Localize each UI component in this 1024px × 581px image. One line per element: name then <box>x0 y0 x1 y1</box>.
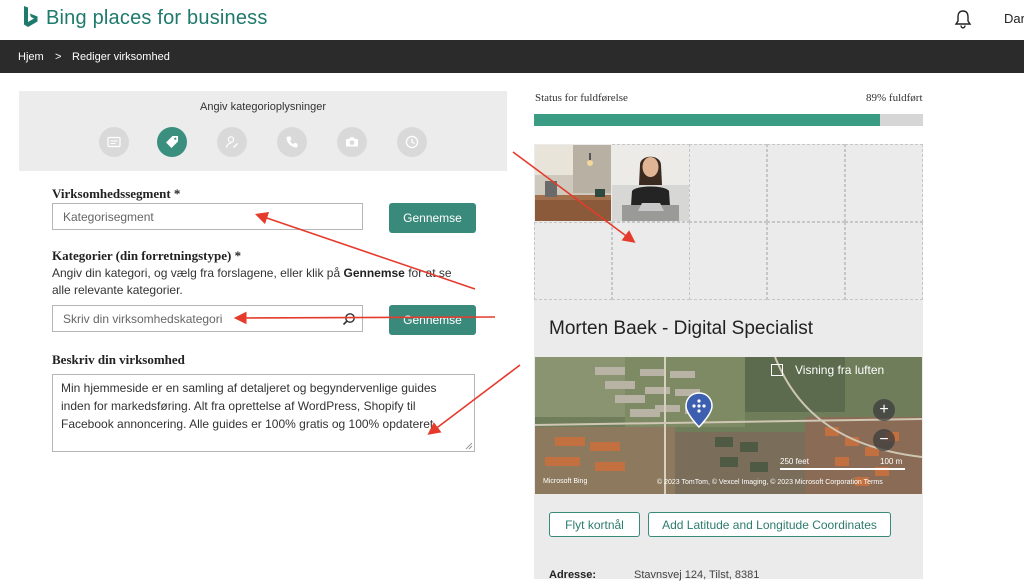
step-contact[interactable] <box>217 127 247 157</box>
map-attribution[interactable]: © 2023 TomTom, © Vexcel Imaging, © 2023 … <box>657 479 883 486</box>
description-text: Min hjemmeside er en samling af detaljer… <box>61 381 437 431</box>
categories-label: Kategorier (din forretningstype) * <box>52 248 242 263</box>
map-scale-bar <box>780 468 905 470</box>
completion-status-label: Status for fuldførelse <box>535 92 628 104</box>
browse-category-button[interactable]: Gennemse <box>389 305 476 335</box>
move-map-pin-button[interactable]: Flyt kortnål <box>549 512 640 537</box>
photo-slot[interactable] <box>534 222 612 300</box>
contact-icon <box>225 136 238 148</box>
map-scale-meters: 100 m <box>880 457 903 466</box>
category-info-panel: Angiv kategorioplysninger Virksomhedsseg… <box>19 91 507 579</box>
categories-help-text: Angiv din kategori, og vælg fra forslage… <box>52 265 452 299</box>
breadcrumb-home-link[interactable]: Hjem <box>18 51 44 63</box>
top-bar: Bing places for business Dar <box>0 0 1024 40</box>
step-hours[interactable] <box>397 127 427 157</box>
business-photo-office[interactable] <box>535 145 611 221</box>
step-phone[interactable] <box>277 127 307 157</box>
browse-segment-button[interactable]: Gennemse <box>389 203 476 233</box>
notification-bell-icon[interactable] <box>954 9 972 29</box>
step-category[interactable] <box>157 127 187 157</box>
category-search-input[interactable]: Skriv din virksomhedskategori <box>52 305 363 332</box>
search-icon[interactable] <box>342 312 356 326</box>
completion-percent: 89% fuldført <box>866 92 923 104</box>
photo-slot[interactable] <box>845 144 923 222</box>
address-label: Adresse: <box>549 569 597 581</box>
camera-icon <box>346 137 358 147</box>
user-menu[interactable]: Dar <box>1004 11 1024 26</box>
photo-slot[interactable] <box>767 222 845 300</box>
photo-grid <box>534 144 923 300</box>
photo-slot[interactable] <box>612 222 690 300</box>
segment-label: Virksomhedssegment * <box>52 186 181 201</box>
map-pin-icon[interactable] <box>685 392 713 428</box>
brand-name: Bing places for business <box>46 6 268 29</box>
completion-progress-fill <box>534 114 881 126</box>
business-name: Morten Baek - Digital Specialist <box>549 318 813 339</box>
photo-slot[interactable] <box>689 222 767 300</box>
photo-slot[interactable] <box>689 144 767 222</box>
phone-icon <box>286 136 298 148</box>
zoom-out-button[interactable]: − <box>873 429 895 451</box>
categories-help-bold: Gennemse <box>343 266 405 280</box>
category-form: Virksomhedssegment * Kategorisegment Gen… <box>19 171 507 579</box>
aerial-view-toggle[interactable]: Visning fra luften <box>771 363 884 377</box>
bing-places-logo[interactable]: Bing places for business <box>22 5 268 31</box>
breadcrumb: Hjem > Rediger virksomhed <box>0 40 1024 73</box>
tag-icon <box>166 136 178 148</box>
aerial-map-image <box>535 357 922 494</box>
categories-help-pre: Angiv din kategori, og vælg fra forslage… <box>52 266 341 280</box>
id-card-icon <box>107 136 121 148</box>
category-search-placeholder: Skriv din virksomhedskategori <box>63 311 223 326</box>
resize-grip-icon[interactable] <box>465 442 473 450</box>
describe-label: Beskriv din virksomhed <box>52 352 185 367</box>
wizard-step-title: Angiv kategorioplysninger <box>200 101 326 113</box>
photo-slot[interactable] <box>845 222 923 300</box>
zoom-in-button[interactable]: + <box>873 399 895 421</box>
segment-input[interactable]: Kategorisegment <box>52 203 363 230</box>
description-textarea[interactable]: Min hjemmeside er en samling af detaljer… <box>52 374 475 452</box>
photo-slot[interactable] <box>767 144 845 222</box>
location-map[interactable]: Visning fra luften + − 250 feet 100 m Mi… <box>535 357 922 494</box>
listing-preview-card: Morten Baek - Digital Specialist Visning… <box>534 144 923 581</box>
aerial-view-label: Visning fra luften <box>795 363 885 377</box>
clock-icon <box>405 135 419 149</box>
business-photo-person[interactable] <box>612 145 689 221</box>
add-coordinates-button[interactable]: Add Latitude and Longitude Coordinates <box>648 512 891 537</box>
address-value: Stavnsvej 124, Tilst, 8381 <box>634 569 760 581</box>
step-basic-info[interactable] <box>99 127 129 157</box>
microsoft-bing-map-logo: Microsoft Bing <box>543 478 588 485</box>
breadcrumb-current: Rediger virksomhed <box>72 51 170 63</box>
map-scale-feet: 250 feet <box>780 457 809 466</box>
breadcrumb-separator: > <box>55 51 62 63</box>
aerial-view-checkbox[interactable] <box>771 364 783 376</box>
completion-progress-bar <box>534 114 923 126</box>
bing-logo-icon <box>24 6 38 27</box>
step-photos[interactable] <box>337 127 367 157</box>
